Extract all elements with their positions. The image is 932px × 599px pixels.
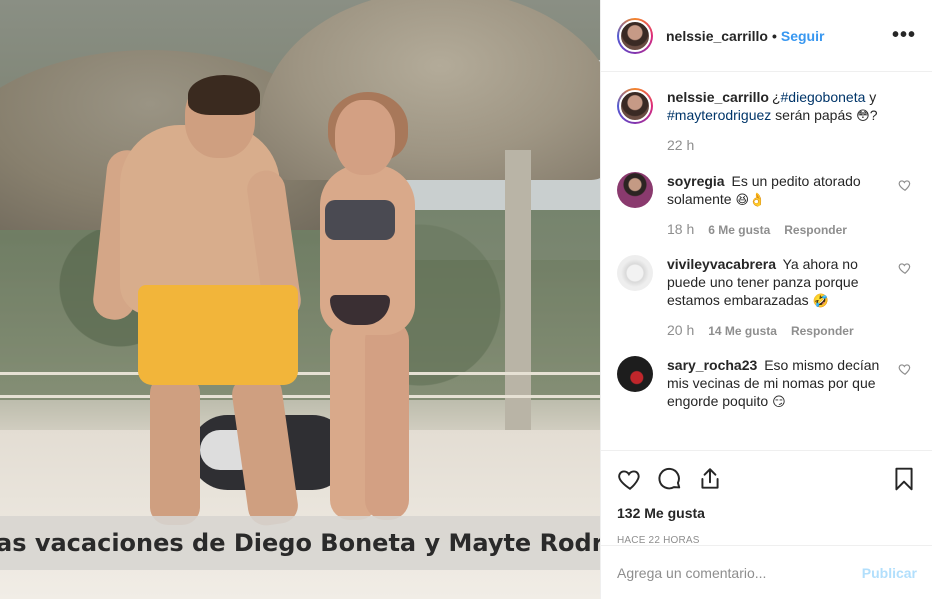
post-photo[interactable]: as vacaciones de Diego Boneta y Mayte Ro…: [0, 0, 600, 599]
comment-item: sary_rocha23 Eso mismo decían mis vecina…: [617, 356, 916, 412]
comment-time[interactable]: 20 h: [667, 321, 694, 339]
commenter-username[interactable]: sary_rocha23: [667, 357, 757, 373]
add-comment-bar: Publicar: [601, 545, 932, 599]
caption-avatar[interactable]: [617, 88, 653, 124]
comment-item: soyregia Es un pedito atorado solamente …: [617, 172, 916, 239]
caption-username[interactable]: nelssie_carrillo: [667, 89, 769, 105]
like-comment-heart-icon[interactable]: [898, 261, 912, 275]
comment-emoji: 😏: [772, 395, 786, 410]
comment-likes[interactable]: 14 Me gusta: [708, 322, 777, 340]
flushed-emoji: 😳: [856, 109, 870, 124]
palapa-roof-right: [260, 0, 600, 180]
yellow-shorts: [138, 285, 298, 385]
follow-button[interactable]: Seguir: [781, 28, 825, 44]
comment-input[interactable]: [617, 564, 862, 581]
author-username[interactable]: nelssie_carrillo: [666, 28, 768, 44]
comment-likes[interactable]: 6 Me gusta: [708, 221, 770, 239]
instagram-post-modal: as vacaciones de Diego Boneta y Mayte Ro…: [0, 0, 932, 599]
post-header: nelssie_carrillo • Seguir •••: [601, 0, 932, 72]
reply-button[interactable]: Responder: [784, 221, 847, 239]
hashtag-link[interactable]: #diegoboneta: [781, 89, 866, 105]
like-heart-icon[interactable]: [617, 466, 643, 492]
author-avatar[interactable]: [617, 17, 653, 54]
separator-dot: •: [771, 27, 777, 44]
like-comment-heart-icon[interactable]: [898, 362, 912, 376]
hashtag-link[interactable]: #mayterodriguez: [667, 107, 771, 123]
post-caption: nelssie_carrillo ¿#diegoboneta y #maytero…: [617, 88, 916, 154]
action-icons: [617, 459, 917, 499]
commenter-avatar[interactable]: [617, 356, 653, 392]
comments-list[interactable]: nelssie_carrillo ¿#diegoboneta y #maytero…: [601, 72, 932, 450]
comment-time[interactable]: 18 h: [667, 220, 694, 238]
post-side-panel: nelssie_carrillo • Seguir ••• nelssie_ca…: [600, 0, 932, 599]
publish-button[interactable]: Publicar: [862, 565, 917, 581]
commenter-username[interactable]: soyregia: [667, 173, 725, 189]
photo-overlay-caption: as vacaciones de Diego Boneta y Mayte Ro…: [0, 516, 600, 570]
bookmark-save-icon[interactable]: [891, 466, 917, 492]
caption-time[interactable]: 22 h: [667, 136, 694, 154]
like-comment-heart-icon[interactable]: [898, 178, 912, 192]
commenter-avatar[interactable]: [617, 172, 653, 208]
like-count[interactable]: 132 Me gusta: [617, 505, 917, 521]
comment-item: vivileyvacabrera Ya ahora no puede uno t…: [617, 255, 916, 340]
comment-bubble-icon[interactable]: [657, 466, 683, 492]
more-options-icon[interactable]: •••: [892, 24, 916, 47]
photo-overlay-text: as vacaciones de Diego Boneta y Mayte Ro…: [0, 529, 600, 557]
reply-button[interactable]: Responder: [791, 322, 854, 340]
share-icon[interactable]: [697, 466, 723, 492]
post-actions: 132 Me gusta HACE 22 HORAS: [601, 450, 932, 546]
commenter-avatar[interactable]: [617, 255, 653, 291]
comment-emoji: 🤣: [812, 294, 829, 309]
comment-emoji: 😆👌: [735, 193, 766, 208]
commenter-username[interactable]: vivileyvacabrera: [667, 256, 776, 272]
